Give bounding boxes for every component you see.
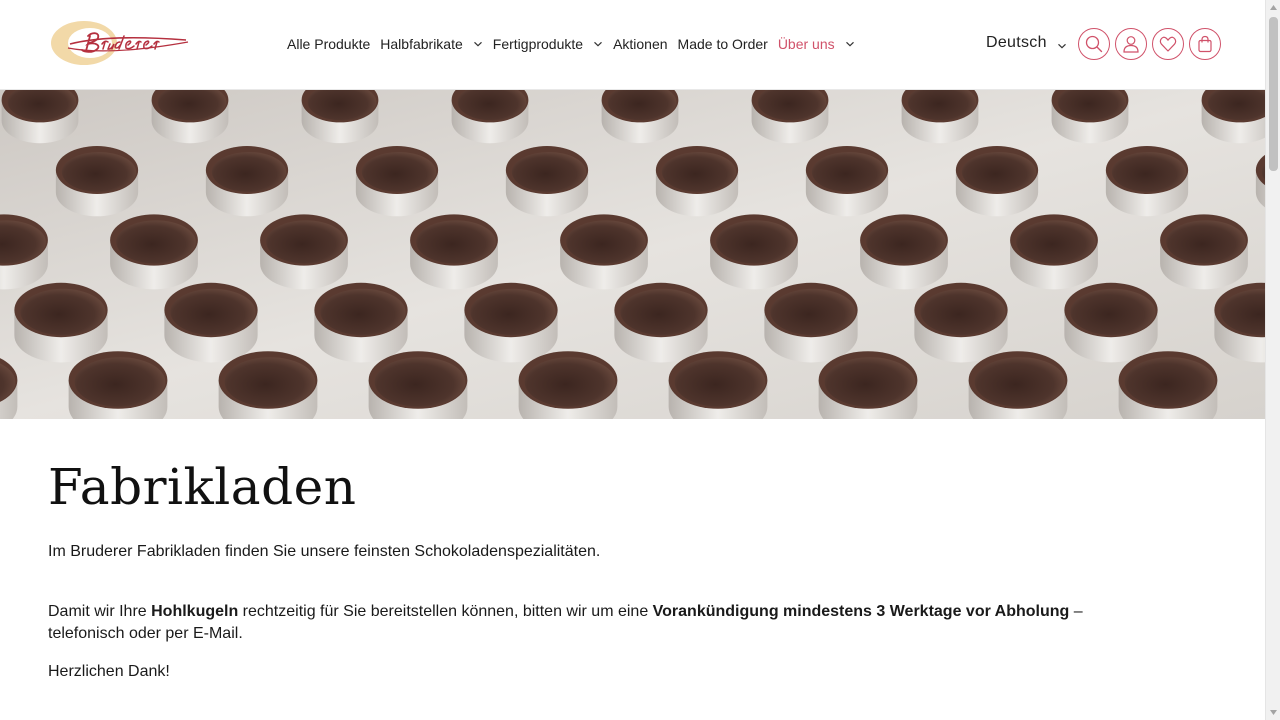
- site-header: Alle Produkte Halbfabrikate Fertigproduk…: [0, 0, 1265, 90]
- notice-bold-advance: Vorankündigung mindestens 3 Werktage vor…: [652, 603, 1070, 620]
- chocolate-shell: [914, 282, 1008, 363]
- notice-bold-hohlkugeln: Hohlkugeln: [151, 603, 239, 620]
- bruderer-logo[interactable]: [48, 18, 190, 68]
- chocolate-shell: [818, 351, 918, 419]
- nav-item-label: Fertigprodukte: [492, 36, 584, 52]
- page: Alle Produkte Halbfabrikate Fertigproduk…: [0, 0, 1265, 720]
- nav-item-alle-produkte[interactable]: Alle Produkte: [287, 36, 370, 52]
- chevron-down-icon: [593, 39, 603, 49]
- chocolate-shell: [355, 146, 439, 217]
- chocolate-shells-image: [0, 90, 1265, 419]
- chocolate-shell: [1201, 90, 1265, 144]
- chocolate-shell: [1051, 90, 1129, 144]
- nav-item-label: Über uns: [777, 36, 835, 52]
- chocolate-shell: [518, 351, 618, 419]
- nav-item-ueber-uns[interactable]: Über uns: [778, 36, 855, 52]
- search-icon: [1085, 35, 1103, 53]
- chocolate-shell: [68, 351, 168, 419]
- user-icon: [1122, 35, 1140, 53]
- chocolate-shell: [968, 351, 1068, 419]
- thanks-paragraph: Herzlichen Dank!: [48, 663, 170, 680]
- heart-icon: [1159, 35, 1177, 53]
- notice-text: rechtzeitig für Sie bereitstellen können…: [238, 603, 653, 620]
- shopping-bag-icon: [1196, 35, 1214, 53]
- intro-paragraph: Im Bruderer Fabrikladen finden Sie unser…: [48, 543, 601, 560]
- hero-image: [0, 90, 1265, 419]
- chocolate-shell: [368, 351, 468, 419]
- chocolate-shell: [55, 146, 139, 217]
- chocolate-shell: [218, 351, 318, 419]
- chocolate-shell: [901, 90, 979, 144]
- scroll-up-arrow[interactable]: [1266, 0, 1280, 15]
- cart-button[interactable]: [1189, 28, 1221, 60]
- notice-text: Damit wir Ihre: [48, 603, 152, 620]
- account-button[interactable]: [1115, 28, 1147, 60]
- chocolate-shell: [1010, 214, 1098, 290]
- chevron-down-icon: [845, 39, 855, 49]
- chocolate-shell: [164, 282, 258, 363]
- chocolate-shell: [805, 146, 889, 217]
- chocolate-shell: [260, 214, 348, 290]
- nav-item-label: Made to Order: [677, 36, 768, 52]
- chocolate-shell: [1, 90, 79, 144]
- chocolate-shell: [205, 146, 289, 217]
- chocolate-shell: [764, 282, 858, 363]
- chocolate-shell: [110, 214, 198, 290]
- nav-item-label: Halbfabrikate: [380, 36, 463, 52]
- chocolate-shell: [1160, 214, 1248, 290]
- chocolate-shell: [410, 214, 498, 290]
- chocolate-shell: [751, 90, 829, 144]
- notice-paragraph: Damit wir Ihre Hohlkugeln rechtzeitig fü…: [48, 601, 1158, 645]
- wishlist-button[interactable]: [1152, 28, 1184, 60]
- chocolate-shell: [860, 214, 948, 290]
- chocolate-shell: [560, 214, 648, 290]
- search-button[interactable]: [1078, 28, 1110, 60]
- chevron-down-icon: [473, 39, 483, 49]
- chocolate-shell: [505, 146, 589, 217]
- main-content: Fabrikladen Im Bruderer Fabrikladen find…: [48, 458, 1218, 681]
- scrollbar-thumb[interactable]: [1269, 17, 1278, 171]
- chocolate-shell: [955, 146, 1039, 217]
- chocolate-shell: [1118, 351, 1218, 419]
- chocolate-shell: [710, 214, 798, 290]
- chocolate-shell: [614, 282, 708, 363]
- chocolate-shell: [314, 282, 408, 363]
- chocolate-shell: [601, 90, 679, 144]
- chevron-down-icon: [1057, 38, 1067, 49]
- scrollbar[interactable]: [1265, 0, 1280, 720]
- language-label: Deutsch: [986, 34, 1047, 51]
- chocolate-shell: [451, 90, 529, 144]
- chocolate-shell: [464, 282, 558, 363]
- nav-item-aktionen[interactable]: Aktionen: [613, 36, 667, 52]
- chocolate-shell: [151, 90, 229, 144]
- chocolate-shell: [668, 351, 768, 419]
- nav-item-label: Aktionen: [613, 36, 668, 52]
- scroll-down-arrow[interactable]: [1266, 705, 1280, 720]
- page-title: Fabrikladen: [48, 458, 357, 516]
- chocolate-shell: [14, 282, 108, 363]
- nav-item-halbfabrikate[interactable]: Halbfabrikate: [380, 36, 483, 52]
- chocolate-shell: [301, 90, 379, 144]
- nav-item-label: Alle Produkte: [287, 36, 371, 52]
- main-nav: Alle Produkte Halbfabrikate Fertigproduk…: [287, 0, 865, 88]
- nav-item-fertigprodukte[interactable]: Fertigprodukte: [493, 36, 603, 52]
- language-selector[interactable]: Deutsch: [986, 34, 1067, 52]
- chocolate-shell: [655, 146, 739, 217]
- chocolate-shell: [1064, 282, 1158, 363]
- nav-item-made-to-order[interactable]: Made to Order: [678, 36, 768, 52]
- chocolate-shell: [1105, 146, 1189, 217]
